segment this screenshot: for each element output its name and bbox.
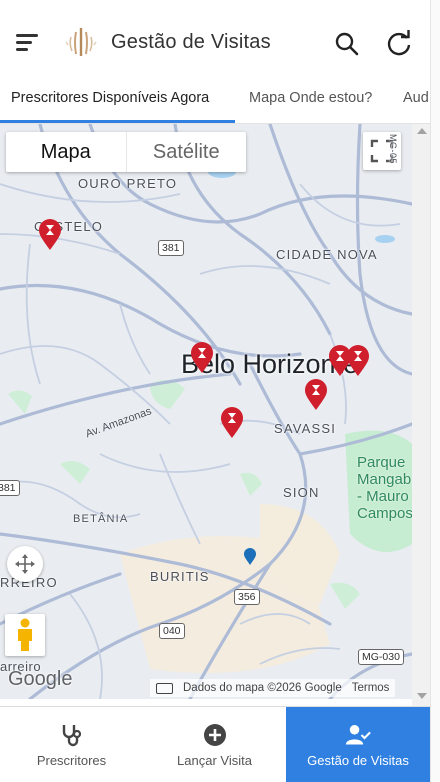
- nav-lancar-visita-label: Lançar Visita: [177, 753, 252, 768]
- map-view[interactable]: Mapa Satélite OURO PRETO CASTELO CIDADE …: [0, 124, 412, 699]
- search-icon[interactable]: [334, 31, 360, 57]
- map-label-park: Parque Mangabeiras - Mauro Campos: [357, 454, 412, 522]
- prescriber-marker[interactable]: [304, 379, 328, 411]
- app-title: Gestão de Visitas: [111, 31, 271, 53]
- bottom-navigation: Prescritores Lançar Visita Gestão de Vis…: [0, 706, 430, 782]
- scroll-down-arrow-icon[interactable]: [417, 693, 427, 699]
- hamburger-menu-icon[interactable]: [14, 30, 40, 56]
- active-tab-indicator: [0, 120, 235, 123]
- nav-lancar-visita[interactable]: Lançar Visita: [143, 707, 286, 782]
- prescriber-marker[interactable]: [38, 219, 62, 251]
- top-app-bar: Gestão de Visitas: [0, 0, 430, 82]
- current-location-marker[interactable]: [243, 548, 257, 566]
- keyboard-shortcuts-icon[interactable]: [156, 682, 173, 694]
- map-label-betania: BETÂNIA: [73, 513, 129, 525]
- nav-gestao-de-visitas[interactable]: Gestão de Visitas: [286, 707, 430, 782]
- google-logo: Google: [8, 668, 73, 690]
- nav-prescritores[interactable]: Prescritores: [0, 707, 143, 782]
- map-base-layer: [0, 124, 412, 699]
- scroll-up-arrow-icon[interactable]: [417, 128, 427, 134]
- tab-mapa-onde-estou[interactable]: Mapa Onde estou?: [249, 90, 372, 106]
- app-root: Gestão de Visitas Prescritores Disponíve…: [0, 0, 440, 782]
- tab-bar: Prescritores Disponíveis Agora Mapa Onde…: [0, 82, 430, 124]
- refresh-icon[interactable]: [385, 30, 413, 58]
- street-view-pegman-button[interactable]: [5, 614, 45, 656]
- map-type-toggle: Mapa Satélite: [6, 132, 246, 172]
- move-arrows-icon: [15, 554, 35, 574]
- map-label-mg05: MG-05: [388, 134, 398, 165]
- map-label-savassi: SAVASSI: [274, 421, 337, 436]
- nav-prescritores-label: Prescritores: [36, 753, 107, 768]
- route-shield-381: 381: [158, 240, 184, 256]
- add-circle-icon: [203, 724, 226, 746]
- tab-aud[interactable]: Aud: [403, 90, 429, 106]
- page-scrollbar[interactable]: [412, 124, 430, 706]
- map-attribution-bar: Dados do mapa ©2026 Google Termos: [150, 679, 396, 697]
- map-type-map-button[interactable]: Mapa: [6, 132, 127, 172]
- route-shield-040: 040: [159, 623, 185, 639]
- prescriber-marker[interactable]: [220, 407, 244, 439]
- route-shield-381-left: 381: [0, 480, 20, 496]
- tab-prescritores-disponiveis[interactable]: Prescritores Disponíveis Agora: [11, 90, 209, 106]
- route-shield-356: 356: [234, 589, 260, 605]
- pan-control-button[interactable]: [7, 546, 43, 582]
- prescriber-marker[interactable]: [190, 342, 214, 374]
- route-shield-mg030: MG-030: [358, 649, 404, 665]
- map-data-attribution: Dados do mapa ©2026 Google: [183, 682, 342, 694]
- app-logo: [65, 28, 97, 56]
- user-check-icon: [345, 725, 371, 745]
- map-label-ouro-preto: OURO PRETO: [78, 176, 178, 191]
- terms-link[interactable]: Termos: [352, 682, 390, 694]
- map-label-cidade-nova: CIDADE NOVA: [276, 247, 378, 262]
- pegman-icon: [18, 618, 32, 651]
- map-label-sion: SION: [283, 485, 320, 500]
- stethoscope-icon: [62, 725, 81, 747]
- nav-gestao-de-visitas-label: Gestão de Visitas: [307, 753, 409, 768]
- map-type-satellite-button[interactable]: Satélite: [127, 132, 247, 172]
- window-edge: [430, 0, 440, 782]
- prescriber-marker[interactable]: [346, 345, 370, 377]
- map-label-buritis: BURITIS: [150, 569, 210, 584]
